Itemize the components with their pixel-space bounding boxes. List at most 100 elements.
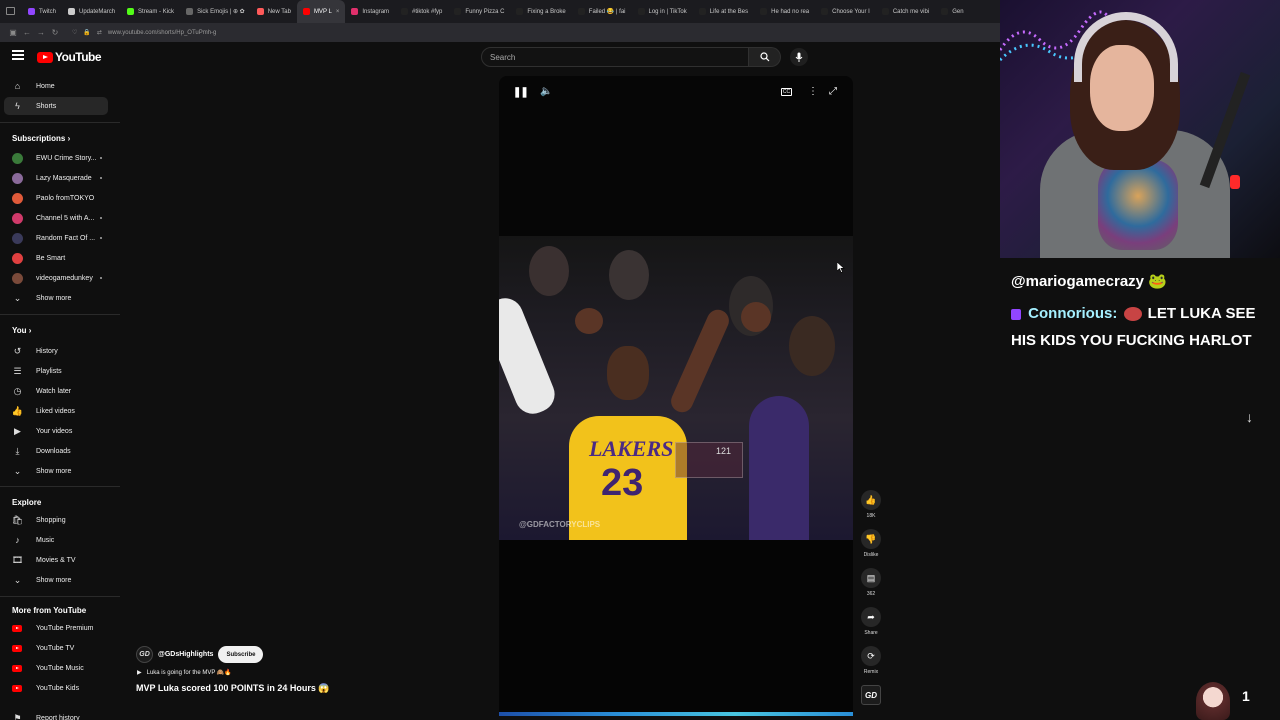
sidebar-subscription[interactable]: Lazy Masquerade (4, 169, 108, 187)
browser-tab[interactable]: Twitch (22, 0, 62, 23)
sidebar-item-history[interactable]: ↺ History (4, 342, 108, 360)
browser-tab[interactable]: MVP L × (296, 0, 346, 23)
video-title[interactable]: MVP Luka scored 100 POINTS in 24 Hours 😱 (136, 683, 330, 694)
tab-favicon-icon (821, 8, 829, 15)
fullscreen-icon[interactable]: ⤢ (829, 86, 837, 97)
browser-tab[interactable]: UpdateMarch (62, 0, 121, 23)
browser-tab[interactable]: Life at the Bes (693, 0, 754, 23)
browser-tab[interactable]: Catch me vibi (876, 0, 935, 23)
browser-tab[interactable]: Funny Pizza C (448, 0, 510, 23)
sidebar-item-label: Show more (36, 294, 72, 302)
more-from-youtube-header[interactable]: More from YouTube (12, 606, 86, 615)
sidebar-item-report-history[interactable]: ⚑ Report history (4, 709, 108, 720)
chat-text: @mariogamecrazy 🐸 (1011, 273, 1167, 290)
sidebar-item-liked-videos[interactable]: 👍 Liked videos (4, 402, 108, 420)
tab-favicon-icon (68, 8, 76, 15)
browser-tab[interactable]: New Tab (251, 0, 297, 23)
sidebar-item-downloads[interactable]: ⤓ Downloads (4, 442, 108, 460)
lock-icon[interactable]: 🔒 (83, 29, 90, 36)
dislike-button[interactable]: 👎 Dislike (860, 529, 882, 558)
sidebar-item-youtube-app[interactable]: YouTube TV (4, 639, 108, 657)
sidebar-item-youtube-app[interactable]: YouTube Premium (4, 619, 108, 637)
browser-tab-strip: Twitch UpdateMarch Stream - Kick Sick Emoji… (0, 0, 1000, 23)
browser-tab[interactable]: Fixing a Broke (510, 0, 571, 23)
browser-tab[interactable]: Gen (935, 0, 969, 23)
youtube-app-icon (12, 644, 22, 652)
channel-avatar[interactable]: GD (136, 646, 153, 663)
scroll-down-icon[interactable]: ↓ (1246, 409, 1253, 425)
volume-button[interactable]: 🔈 (540, 86, 552, 97)
browser-tab[interactable]: Failed 😂 | fai (572, 0, 632, 23)
viewer-count: 1 (1242, 688, 1250, 704)
sidebar-item-your-videos[interactable]: ▶ Your videos (4, 422, 108, 440)
sidebar-item-music[interactable]: ♪ Music (4, 531, 108, 549)
sidebar-item-shopping[interactable]: 🛍 Shopping (4, 511, 108, 529)
sidebar-item-youtube-app[interactable]: YouTube Kids (4, 679, 108, 697)
share-button[interactable]: ➦ Share (860, 607, 882, 636)
sidebar-subscription[interactable]: Be Smart (4, 249, 108, 267)
url-field[interactable]: ♡ 🔒 ⇄ www.youtube.com/shorts/Hp_OTuPmh-g (72, 26, 932, 40)
tab-label: Gen (952, 8, 964, 15)
sound-row[interactable]: ▶ Luka is going for the MVP 🙈🔥 (137, 669, 232, 676)
sidebar-subscription[interactable]: Paolo fromTOKYO (4, 189, 108, 207)
explore-header[interactable]: Explore (12, 498, 41, 507)
sidebar-divider (0, 122, 120, 123)
address-bar: ▣ ← → ↻ ♡ 🔒 ⇄ www.youtube.com/shorts/Hp_… (0, 23, 1000, 42)
sidebar-item-shorts[interactable]: ϟ Shorts (4, 97, 108, 115)
sidebar-item-home[interactable]: ⌂ Home (4, 77, 108, 95)
sidebar-item-movies[interactable]: 🎞 Movies & TV (4, 551, 108, 569)
browser-tab[interactable]: He had no rea (754, 0, 815, 23)
shorts-icon: ϟ (15, 101, 20, 111)
show-more-you[interactable]: ⌄ Show more (4, 462, 108, 480)
sidebar-item-watch-later[interactable]: ◷ Watch later (4, 382, 108, 400)
channel-thumbnail[interactable]: GD (860, 685, 882, 705)
you-header[interactable]: You › (12, 326, 31, 335)
show-more-subscriptions[interactable]: ⌄ Show more (4, 289, 108, 307)
browser-tab[interactable]: #tiktok #fyp (395, 0, 448, 23)
sidebar-item-label: Music (36, 536, 55, 544)
sidebar-item-playlists[interactable]: ☰ Playlists (4, 362, 108, 380)
back-button[interactable]: ← (20, 28, 34, 37)
channel-name[interactable]: @GDsHighlights (158, 651, 213, 658)
sidebar-subscription[interactable]: videogamedunkey (4, 269, 108, 287)
voice-search-button[interactable] (790, 48, 808, 66)
sidebar-subscription[interactable]: Channel 5 with A... (4, 209, 108, 227)
show-more-explore[interactable]: ⌄ Show more (4, 571, 108, 589)
reload-button[interactable]: ↻ (48, 28, 62, 37)
site-settings-icon[interactable]: ⇄ (97, 29, 102, 36)
subscriptions-header[interactable]: Subscriptions › (12, 134, 70, 143)
tab-label: Twitch (39, 8, 57, 15)
tab-label: UpdateMarch (79, 8, 116, 15)
shorts-player[interactable]: ❚❚ 🔈 CC ⋮ ⤢ LAKERS 23 121 @GDFACTORYCLIP… (499, 76, 853, 716)
youtube-logo[interactable]: YouTube (37, 50, 102, 64)
like-button[interactable]: 👍 18K (860, 490, 882, 519)
more-options-icon[interactable]: ⋮ (808, 86, 818, 97)
browser-tab[interactable]: Log in | TikTok (632, 0, 693, 23)
subscribe-button[interactable]: Subscribe (218, 646, 264, 663)
close-tab-icon[interactable]: × (336, 9, 340, 15)
remix-button[interactable]: ⟳ Remix (860, 646, 882, 675)
youtube-masthead: YouTube Search (0, 42, 1000, 72)
tab-label: Fixing a Broke (527, 8, 566, 15)
browser-tab[interactable]: Sick Emojis | ⊕ ✿ (180, 0, 251, 23)
browser-tab[interactable]: Choose Your I (815, 0, 876, 23)
sidebar-toggle-icon[interactable] (6, 7, 15, 15)
sidebar-subscription[interactable]: EWU Crime Story... (4, 149, 108, 167)
forward-button[interactable]: → (34, 28, 48, 37)
comments-button[interactable]: ▤ 362 (860, 568, 882, 597)
browser-tab[interactable]: Instagram (345, 0, 395, 23)
sidebar-panel-icon[interactable]: ▣ (6, 28, 20, 37)
tab-label: Life at the Bes (709, 8, 749, 15)
youtube-wordmark: YouTube (55, 50, 102, 64)
browser-tab[interactable]: Stream - Kick (121, 0, 180, 23)
tab-favicon-icon (881, 8, 889, 15)
search-button[interactable] (749, 47, 781, 67)
sidebar-subscription[interactable]: Random Fact Of ... (4, 229, 108, 247)
menu-icon[interactable] (12, 50, 24, 60)
search-input[interactable]: Search (481, 47, 749, 67)
pause-button[interactable]: ❚❚ (513, 87, 529, 98)
bookmark-icon[interactable]: ♡ (72, 29, 77, 36)
next-short-preview[interactable] (499, 712, 853, 716)
captions-button[interactable]: CC (781, 88, 792, 96)
sidebar-item-youtube-app[interactable]: YouTube Music (4, 659, 108, 677)
